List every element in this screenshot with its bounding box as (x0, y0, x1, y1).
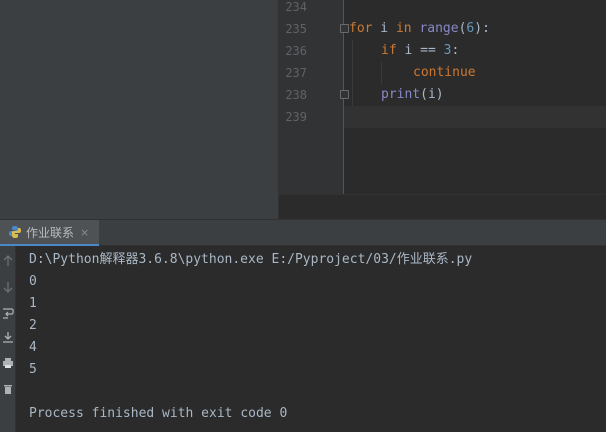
code-area[interactable]: for i in range(6): if i == 3: continue p… (349, 0, 606, 194)
console-output[interactable]: D:\Python解释器3.6.8\python.exe E:/Pyprojec… (16, 246, 606, 432)
line-number: 238 (285, 88, 307, 102)
close-tab-icon[interactable]: × (80, 226, 89, 239)
condition-text: i == (396, 43, 444, 58)
editor-bottom-area (279, 194, 606, 219)
console-line: 0 (29, 274, 37, 289)
print-icon[interactable] (1, 356, 15, 370)
keyword-if: if (381, 43, 397, 58)
fold-marker-icon[interactable] (340, 24, 349, 33)
fold-end-marker-icon[interactable] (340, 90, 349, 99)
indent-guide (381, 62, 382, 84)
line-number: 237 (285, 66, 307, 80)
trash-icon[interactable] (1, 382, 15, 396)
indent-guide (352, 40, 353, 106)
builtin-print: print (381, 87, 421, 102)
line-number: 239 (285, 110, 307, 124)
console-exit-message: Process finished with exit code 0 (29, 406, 288, 421)
python-file-icon (9, 226, 21, 238)
line-number: 235 (285, 22, 307, 36)
console-command-line: D:\Python解释器3.6.8\python.exe E:/Pyprojec… (29, 252, 473, 267)
line-number: 236 (285, 44, 307, 58)
run-tab[interactable]: 作业联系 × (0, 220, 100, 246)
code-line-237: continue (413, 62, 476, 84)
builtin-range: range (411, 21, 459, 36)
arrow-down-icon[interactable] (1, 280, 15, 294)
run-tab-bar: 作业联系 × (0, 220, 606, 246)
line-number-gutter: 234 235 236 237 238 239 (279, 0, 344, 194)
soft-wrap-icon[interactable] (1, 306, 15, 320)
paren-close-colon: ): (474, 21, 490, 36)
console-line: 4 (29, 340, 37, 355)
keyword-in: in (395, 21, 412, 36)
var-i: i (372, 21, 396, 36)
console-line: 5 (29, 362, 37, 377)
project-panel[interactable] (0, 0, 279, 219)
run-tab-label: 作业联系 (26, 225, 75, 240)
keyword-continue: continue (413, 65, 476, 80)
code-line-235: for i in range(6): (349, 18, 490, 40)
arrow-up-icon[interactable] (1, 254, 15, 268)
code-line-238: print(i) (381, 84, 444, 106)
editor-region: 234 235 236 237 238 239 for i in range(6… (0, 0, 606, 219)
code-line-236: if i == 3: (381, 40, 459, 62)
line-number: 234 (285, 0, 307, 14)
scroll-to-end-icon[interactable] (1, 330, 15, 344)
console-line: 2 (29, 318, 37, 333)
run-toolbar (0, 246, 16, 432)
keyword-for: for (349, 21, 373, 36)
code-editor[interactable]: 234 235 236 237 238 239 for i in range(6… (279, 0, 606, 219)
print-args: (i) (420, 87, 444, 102)
colon: : (451, 43, 460, 58)
run-tool-window: 作业联系 × D:\Python解释器3.6.8\python.exe E:/P… (0, 219, 606, 432)
console-line: 1 (29, 296, 37, 311)
